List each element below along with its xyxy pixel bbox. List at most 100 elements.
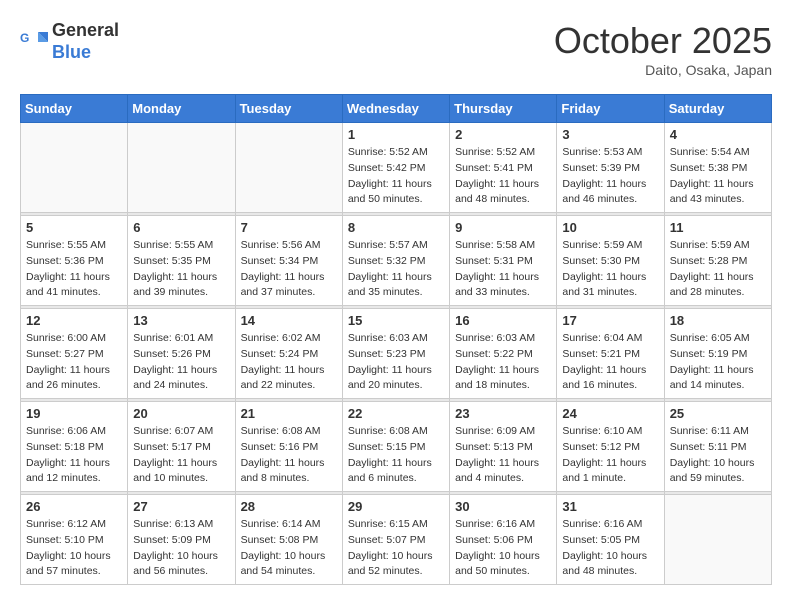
day-number: 26 [26, 499, 122, 514]
day-number: 1 [348, 127, 444, 142]
calendar-cell: 26Sunrise: 6:12 AM Sunset: 5:10 PM Dayli… [21, 495, 128, 585]
calendar-cell: 30 Sunrise: 6:16 AM Sunset: 5:06 PM Dayli… [450, 495, 557, 585]
day-number: 31 [562, 499, 658, 514]
day-number: 3 [562, 127, 658, 142]
day-number: 30 [455, 499, 551, 514]
day-number: 18 [670, 313, 766, 328]
day-info: Sunrise: 5:55 AM Sunset: 5:36 PM Dayligh… [26, 238, 122, 301]
col-header-thursday: Thursday [450, 95, 557, 123]
day-number: 11 [670, 220, 766, 235]
day-number: 19 [26, 406, 122, 421]
day-number: 27 [133, 499, 229, 514]
day-number: 10 [562, 220, 658, 235]
logo-icon: G [20, 28, 48, 56]
calendar-cell: 7Sunrise: 5:56 AM Sunset: 5:34 PM Daylig… [235, 216, 342, 306]
month-title: October 2025 [554, 20, 772, 62]
day-info: Sunrise: 5:57 AM Sunset: 5:32 PM Dayligh… [348, 238, 444, 301]
day-info: Sunrise: 6:08 AM Sunset: 5:15 PM Dayligh… [348, 424, 444, 487]
col-header-sunday: Sunday [21, 95, 128, 123]
calendar-cell: 17 Sunrise: 6:04 AM Sunset: 5:21 PM Dayli… [557, 309, 664, 399]
day-number: 29 [348, 499, 444, 514]
day-number: 17 [562, 313, 658, 328]
calendar-cell: 23 Sunrise: 6:09 AM Sunset: 5:13 PM Dayli… [450, 402, 557, 492]
col-header-tuesday: Tuesday [235, 95, 342, 123]
day-info: Sunrise: 6:07 AM Sunset: 5:17 PM Dayligh… [133, 424, 229, 487]
day-info: Sunrise: 5:59 AM Sunset: 5:30 PM Dayligh… [562, 238, 658, 301]
day-info: Sunrise: 5:55 AM Sunset: 5:35 PM Dayligh… [133, 238, 229, 301]
calendar-week-3: 12 Sunrise: 6:00 AM Sunset: 5:27 PM Dayli… [21, 309, 772, 399]
day-number: 14 [241, 313, 337, 328]
calendar-cell: 13 Sunrise: 6:01 AM Sunset: 5:26 PM Dayli… [128, 309, 235, 399]
day-info: Sunrise: 6:04 AM Sunset: 5:21 PM Dayligh… [562, 331, 658, 394]
calendar-cell: 12 Sunrise: 6:00 AM Sunset: 5:27 PM Dayli… [21, 309, 128, 399]
day-info: Sunrise: 6:16 AM Sunset: 5:05 PM Dayligh… [562, 517, 658, 580]
day-number: 2 [455, 127, 551, 142]
logo-general: General [52, 20, 119, 40]
calendar-cell: 21 Sunrise: 6:08 AM Sunset: 5:16 PM Dayli… [235, 402, 342, 492]
calendar-cell: 20 Sunrise: 6:07 AM Sunset: 5:17 PM Dayli… [128, 402, 235, 492]
col-header-wednesday: Wednesday [342, 95, 449, 123]
day-number: 12 [26, 313, 122, 328]
day-info: Sunrise: 6:01 AM Sunset: 5:26 PM Dayligh… [133, 331, 229, 394]
day-info: Sunrise: 5:59 AM Sunset: 5:28 PM Dayligh… [670, 238, 766, 301]
day-number: 8 [348, 220, 444, 235]
calendar-week-1: 1 Sunrise: 5:52 AM Sunset: 5:42 PM Daylig… [21, 123, 772, 213]
day-number: 25 [670, 406, 766, 421]
day-number: 23 [455, 406, 551, 421]
calendar-cell: 3 Sunrise: 5:53 AM Sunset: 5:39 PM Daylig… [557, 123, 664, 213]
day-info: Sunrise: 6:08 AM Sunset: 5:16 PM Dayligh… [241, 424, 337, 487]
calendar-table: SundayMondayTuesdayWednesdayThursdayFrid… [20, 94, 772, 585]
logo: G General Blue [20, 20, 119, 63]
day-number: 9 [455, 220, 551, 235]
page-header: G General Blue October 2025 Daito, Osaka… [20, 20, 772, 78]
day-info: Sunrise: 6:11 AM Sunset: 5:11 PM Dayligh… [670, 424, 766, 487]
calendar-cell: 28Sunrise: 6:14 AM Sunset: 5:08 PM Dayli… [235, 495, 342, 585]
day-number: 13 [133, 313, 229, 328]
calendar-cell: 19Sunrise: 6:06 AM Sunset: 5:18 PM Dayli… [21, 402, 128, 492]
logo-blue: Blue [52, 42, 91, 62]
col-header-monday: Monday [128, 95, 235, 123]
col-header-saturday: Saturday [664, 95, 771, 123]
day-info: Sunrise: 6:03 AM Sunset: 5:23 PM Dayligh… [348, 331, 444, 394]
calendar-cell: 14 Sunrise: 6:02 AM Sunset: 5:24 PM Dayli… [235, 309, 342, 399]
day-number: 20 [133, 406, 229, 421]
col-header-friday: Friday [557, 95, 664, 123]
calendar-cell: 4Sunrise: 5:54 AM Sunset: 5:38 PM Daylig… [664, 123, 771, 213]
day-info: Sunrise: 6:09 AM Sunset: 5:13 PM Dayligh… [455, 424, 551, 487]
calendar-cell: 15Sunrise: 6:03 AM Sunset: 5:23 PM Dayli… [342, 309, 449, 399]
calendar-header-row: SundayMondayTuesdayWednesdayThursdayFrid… [21, 95, 772, 123]
calendar-cell: 24 Sunrise: 6:10 AM Sunset: 5:12 PM Dayli… [557, 402, 664, 492]
day-info: Sunrise: 6:10 AM Sunset: 5:12 PM Dayligh… [562, 424, 658, 487]
calendar-cell: 1 Sunrise: 5:52 AM Sunset: 5:42 PM Daylig… [342, 123, 449, 213]
day-info: Sunrise: 5:58 AM Sunset: 5:31 PM Dayligh… [455, 238, 551, 301]
calendar-cell: 9 Sunrise: 5:58 AM Sunset: 5:31 PM Daylig… [450, 216, 557, 306]
calendar-cell [664, 495, 771, 585]
day-info: Sunrise: 6:16 AM Sunset: 5:06 PM Dayligh… [455, 517, 551, 580]
calendar-cell [235, 123, 342, 213]
calendar-week-5: 26Sunrise: 6:12 AM Sunset: 5:10 PM Dayli… [21, 495, 772, 585]
title-block: October 2025 Daito, Osaka, Japan [554, 20, 772, 78]
day-number: 24 [562, 406, 658, 421]
logo-text: General Blue [52, 20, 119, 63]
day-info: Sunrise: 5:52 AM Sunset: 5:42 PM Dayligh… [348, 145, 444, 208]
day-info: Sunrise: 5:53 AM Sunset: 5:39 PM Dayligh… [562, 145, 658, 208]
day-number: 22 [348, 406, 444, 421]
svg-text:G: G [20, 31, 29, 45]
calendar-cell: 10 Sunrise: 5:59 AM Sunset: 5:30 PM Dayli… [557, 216, 664, 306]
calendar-cell: 6 Sunrise: 5:55 AM Sunset: 5:35 PM Daylig… [128, 216, 235, 306]
day-info: Sunrise: 6:15 AM Sunset: 5:07 PM Dayligh… [348, 517, 444, 580]
day-number: 6 [133, 220, 229, 235]
calendar-cell: 29 Sunrise: 6:15 AM Sunset: 5:07 PM Dayli… [342, 495, 449, 585]
calendar-week-4: 19Sunrise: 6:06 AM Sunset: 5:18 PM Dayli… [21, 402, 772, 492]
day-number: 7 [241, 220, 337, 235]
day-info: Sunrise: 6:05 AM Sunset: 5:19 PM Dayligh… [670, 331, 766, 394]
calendar-cell: 31 Sunrise: 6:16 AM Sunset: 5:05 PM Dayli… [557, 495, 664, 585]
day-number: 16 [455, 313, 551, 328]
day-info: Sunrise: 6:00 AM Sunset: 5:27 PM Dayligh… [26, 331, 122, 394]
day-info: Sunrise: 5:52 AM Sunset: 5:41 PM Dayligh… [455, 145, 551, 208]
day-info: Sunrise: 6:13 AM Sunset: 5:09 PM Dayligh… [133, 517, 229, 580]
day-info: Sunrise: 6:02 AM Sunset: 5:24 PM Dayligh… [241, 331, 337, 394]
day-number: 21 [241, 406, 337, 421]
calendar-cell: 2 Sunrise: 5:52 AM Sunset: 5:41 PM Daylig… [450, 123, 557, 213]
calendar-cell: 18 Sunrise: 6:05 AM Sunset: 5:19 PM Dayli… [664, 309, 771, 399]
